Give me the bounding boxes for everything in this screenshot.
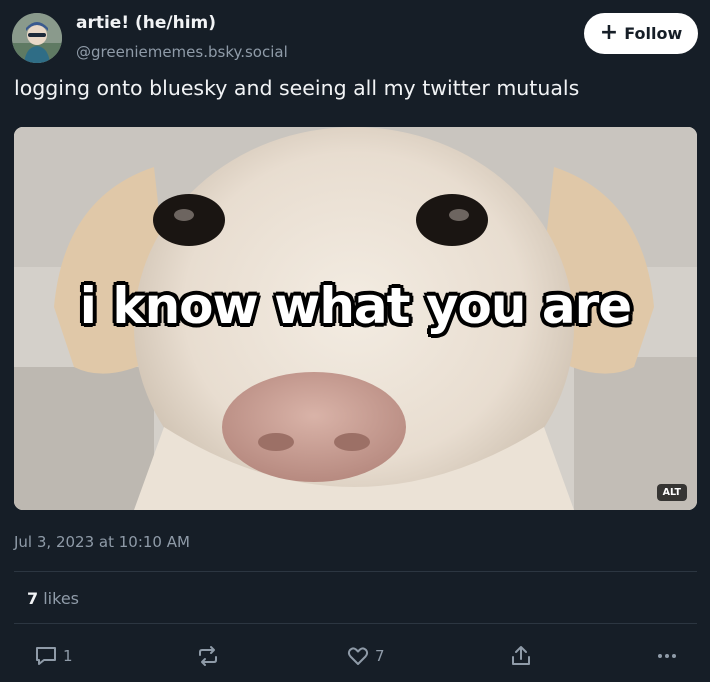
- heart-icon: [347, 647, 369, 665]
- like-button[interactable]: 7: [346, 643, 385, 669]
- likes-label: likes: [43, 589, 79, 608]
- follow-button[interactable]: + Follow: [584, 13, 698, 54]
- repost-icon: [199, 646, 217, 666]
- post-timestamp[interactable]: Jul 3, 2023 at 10:10 AM: [14, 533, 190, 551]
- avatar-icon: [12, 13, 62, 63]
- likes-summary[interactable]: 7 likes: [27, 589, 79, 608]
- plus-icon: +: [599, 19, 619, 45]
- reply-button[interactable]: 1: [34, 643, 73, 669]
- post-text: logging onto bluesky and seeing all my t…: [14, 76, 580, 100]
- follow-button-label: Follow: [624, 24, 683, 43]
- alt-badge[interactable]: ALT: [656, 484, 687, 501]
- more-icon: [658, 654, 676, 658]
- reply-icon: [36, 647, 56, 665]
- post-image[interactable]: i know what you are ALT: [14, 127, 697, 510]
- share-button[interactable]: [509, 643, 533, 669]
- reply-count: 1: [63, 647, 73, 665]
- share-icon: [512, 646, 530, 665]
- meme-caption: i know what you are: [79, 276, 633, 336]
- author-handle[interactable]: @greeniememes.bsky.social: [76, 43, 288, 61]
- divider: [14, 623, 697, 624]
- author-display-name[interactable]: artie! (he/him): [76, 13, 216, 33]
- post-container: artie! (he/him) @greeniememes.bsky.socia…: [0, 0, 710, 682]
- repost-button[interactable]: [196, 643, 225, 669]
- like-count: 7: [375, 647, 385, 665]
- divider: [14, 571, 697, 572]
- author-avatar[interactable]: [12, 13, 62, 63]
- more-options-button[interactable]: [655, 643, 679, 669]
- likes-count: 7: [27, 589, 39, 608]
